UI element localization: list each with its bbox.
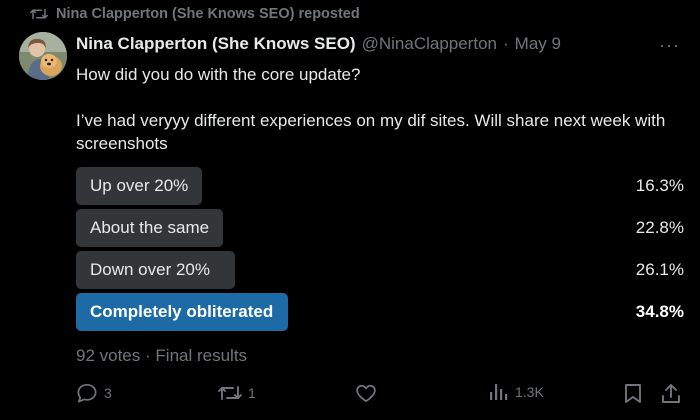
repost-count: 1 (248, 385, 256, 401)
poll-option-percent: 26.1% (635, 260, 684, 279)
bookmark-button[interactable] (624, 383, 642, 404)
poll-status: Final results (155, 346, 248, 365)
repost-icon (30, 6, 48, 22)
poll-option-winner: Completely obliterated 34.8% (76, 293, 686, 331)
repost-text: Nina Clapperton (She Knows SEO) reposted (56, 6, 360, 22)
reply-count: 3 (104, 385, 112, 401)
views-icon (489, 383, 509, 401)
action-bar: 3 1 1.3K (76, 383, 686, 407)
poll-option-label: Up over 20% (90, 176, 189, 195)
poll-option-label: Down over 20% (90, 260, 211, 279)
poll-option-percent: 22.8% (635, 218, 684, 237)
avatar[interactable] (19, 32, 67, 80)
repost-banner[interactable]: Nina Clapperton (She Knows SEO) reposted (30, 6, 360, 22)
poll-option-percent: 16.3% (635, 176, 684, 195)
header-separator: · (502, 34, 509, 53)
author-handle[interactable]: @NinaClapperton (362, 34, 497, 54)
tweet-header: Nina Clapperton (She Knows SEO) @NinaCla… (76, 34, 680, 54)
poll-meta-separator: · (145, 346, 151, 365)
poll-votes: 92 votes (76, 346, 141, 365)
poll-option-label: About the same (90, 218, 210, 237)
tweet-line-question: How did you do with the core update? (76, 65, 361, 84)
more-icon[interactable]: ··· (659, 36, 680, 54)
author-name[interactable]: Nina Clapperton (She Knows SEO) (76, 34, 356, 54)
poll-option: About the same 22.8% (76, 209, 686, 247)
poll-option-label: Completely obliterated (90, 302, 274, 321)
poll-option-percent: 34.8% (635, 302, 684, 321)
poll-meta: 92 votes · Final results (76, 346, 247, 366)
post-date[interactable]: May 9 (515, 34, 561, 54)
views-button[interactable]: 1.3K (489, 383, 544, 401)
share-button[interactable] (661, 383, 681, 404)
poll-option: Down over 20% 26.1% (76, 251, 686, 289)
like-button[interactable] (355, 383, 383, 403)
tweet-text: How did you do with the core update? I’v… (76, 63, 686, 155)
reply-button[interactable]: 3 (76, 383, 112, 403)
tweet-line-details: I’ve had veryyy different experiences on… (76, 111, 666, 153)
views-count: 1.3K (515, 384, 544, 400)
reply-icon (76, 383, 98, 403)
poll: Up over 20% 16.3% About the same 22.8% D… (76, 167, 686, 335)
bookmark-icon (624, 383, 642, 404)
repost-button[interactable]: 1 (218, 383, 256, 403)
share-icon (661, 383, 681, 404)
heart-icon (355, 383, 377, 403)
repost-action-icon (218, 383, 242, 403)
poll-option: Up over 20% 16.3% (76, 167, 686, 205)
